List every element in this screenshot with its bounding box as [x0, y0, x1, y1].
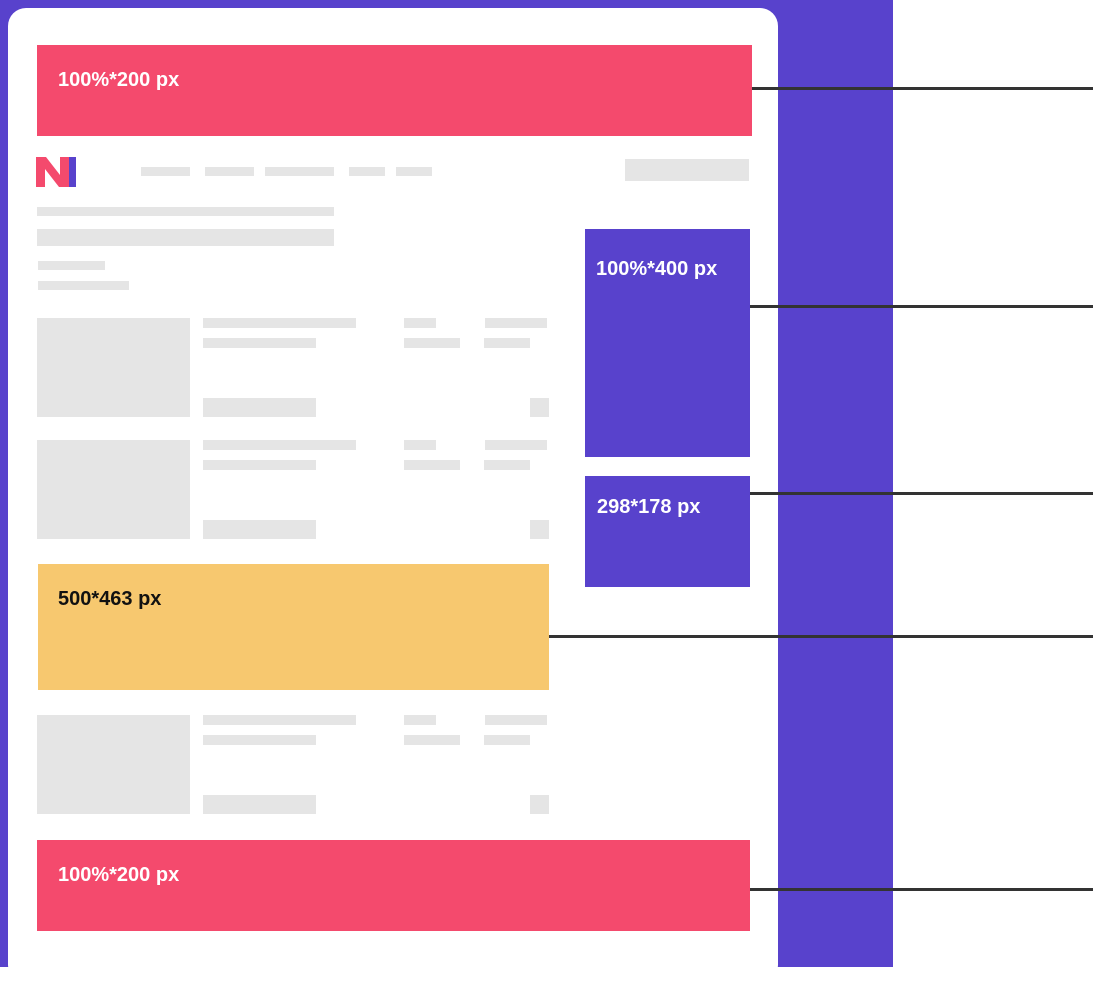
article-meta-placeholder — [404, 460, 460, 470]
article-thumbnail-placeholder[interactable] — [37, 715, 190, 814]
inline-ad-size-label: 500*463 px — [58, 588, 162, 610]
article-meta-placeholder — [404, 440, 436, 450]
sidebar-small-ad-slot: 298*178 px — [585, 476, 750, 587]
article-footer-placeholder — [203, 795, 316, 814]
nav-item-placeholder[interactable] — [141, 167, 190, 176]
sidebar-tall-size-label: 100%*400 px — [596, 258, 718, 280]
headline-line-placeholder — [37, 229, 334, 246]
callout-line — [750, 888, 1093, 891]
article-meta-placeholder — [484, 338, 530, 348]
article-subtitle-placeholder — [203, 735, 316, 745]
article-title-placeholder[interactable] — [203, 318, 356, 328]
nav-item-placeholder[interactable] — [396, 167, 432, 176]
inline-ad-slot: 500*463 px — [38, 564, 549, 690]
article-meta-placeholder — [484, 460, 530, 470]
article-meta-placeholder — [484, 735, 530, 745]
article-footer-placeholder — [203, 520, 316, 539]
nav-item-placeholder[interactable] — [349, 167, 385, 176]
sidebar-tall-ad-slot: 100%*400 px — [585, 229, 750, 457]
callout-line — [752, 87, 1093, 90]
top-banner-ad-slot: 100%*200 px — [37, 45, 752, 136]
bottom-banner-size-label: 100%*200 px — [58, 864, 180, 886]
article-action-placeholder[interactable] — [530, 520, 549, 539]
meta-line-placeholder — [38, 261, 105, 270]
article-meta-placeholder — [404, 735, 460, 745]
article-action-placeholder[interactable] — [530, 398, 549, 417]
article-subtitle-placeholder — [203, 460, 316, 470]
header-search-placeholder[interactable] — [625, 159, 749, 181]
article-footer-placeholder — [203, 398, 316, 417]
article-meta-placeholder — [404, 715, 436, 725]
article-meta-placeholder — [485, 715, 547, 725]
callout-line — [750, 492, 1093, 495]
article-meta-placeholder — [485, 318, 547, 328]
nav-item-placeholder[interactable] — [265, 167, 334, 176]
article-title-placeholder[interactable] — [203, 440, 356, 450]
article-title-placeholder[interactable] — [203, 715, 356, 725]
top-banner-size-label: 100%*200 px — [58, 69, 180, 91]
article-subtitle-placeholder — [203, 338, 316, 348]
article-thumbnail-placeholder[interactable] — [37, 318, 190, 417]
headline-line-placeholder — [37, 207, 334, 216]
article-meta-placeholder — [485, 440, 547, 450]
article-meta-placeholder — [404, 338, 460, 348]
article-meta-placeholder — [404, 318, 436, 328]
sidebar-small-size-label: 298*178 px — [597, 496, 701, 518]
article-thumbnail-placeholder[interactable] — [37, 440, 190, 539]
n1-logo-icon — [36, 157, 76, 187]
bottom-banner-ad-slot: 100%*200 px — [37, 840, 750, 931]
meta-line-placeholder — [38, 281, 129, 290]
article-action-placeholder[interactable] — [530, 795, 549, 814]
callout-line — [750, 305, 1093, 308]
callout-line — [549, 635, 1093, 638]
nav-item-placeholder[interactable] — [205, 167, 254, 176]
